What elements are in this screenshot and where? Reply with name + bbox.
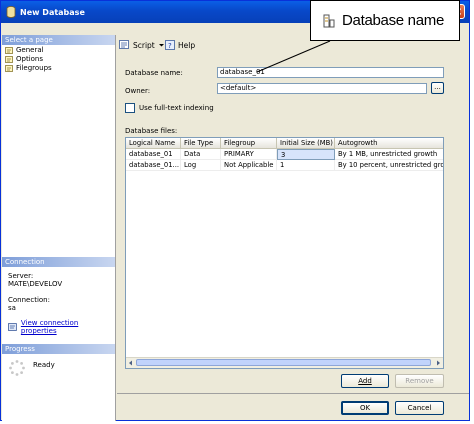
ok-button-label: OK xyxy=(359,404,371,412)
scroll-thumb[interactable] xyxy=(136,359,431,366)
connection-label: Connection: xyxy=(8,296,50,304)
remove-button[interactable]: Remove xyxy=(395,374,444,388)
svg-text:?: ? xyxy=(168,42,172,50)
connection-value: sa xyxy=(8,304,16,312)
help-button[interactable]: ? Help xyxy=(165,40,195,50)
database-name-icon xyxy=(323,14,335,28)
scroll-right-icon[interactable] xyxy=(434,359,442,367)
progress-header: Progress xyxy=(2,344,115,354)
page-label: Options xyxy=(16,55,44,63)
add-button[interactable]: Add xyxy=(341,374,389,388)
script-icon xyxy=(119,40,129,49)
help-icon: ? xyxy=(165,40,175,50)
new-database-dialog: New Database Select a page General Optio… xyxy=(0,0,470,421)
table-cell[interactable]: Not Applicable xyxy=(221,160,277,171)
column-header[interactable]: Initial Size (MB) xyxy=(277,138,335,149)
checkbox-box[interactable] xyxy=(125,103,135,113)
database-name-input[interactable]: database_01 xyxy=(217,67,444,78)
table-cell-initial-size-editing[interactable]: 3 xyxy=(277,149,335,160)
column-header[interactable]: Autogrowth xyxy=(335,138,443,149)
page-general[interactable]: General xyxy=(5,46,44,55)
page-label: General xyxy=(16,46,44,54)
window-title: New Database xyxy=(20,8,85,17)
left-pane: Select a page General Options Filegroups… xyxy=(2,35,116,421)
progress-spinner-icon xyxy=(9,360,25,376)
database-files-label: Database files: xyxy=(125,127,178,135)
add-button-label: Add xyxy=(358,377,372,385)
cancel-button[interactable]: Cancel xyxy=(395,401,444,415)
table-cell[interactable]: database_01... xyxy=(126,160,181,171)
fulltext-indexing-checkbox[interactable]: Use full-text indexing xyxy=(125,103,214,113)
page-icon xyxy=(5,65,13,72)
select-page-header: Select a page xyxy=(2,35,115,45)
table-cell[interactable]: PRIMARY xyxy=(221,149,277,160)
table-cell[interactable]: database_01 xyxy=(126,149,181,160)
database-name-label: Database name: xyxy=(125,69,183,77)
column-header[interactable]: Logical Name xyxy=(126,138,181,149)
remove-button-label: Remove xyxy=(405,377,434,385)
page-label: Filegroups xyxy=(16,64,52,72)
server-value: MATE\DEVELOV xyxy=(8,280,63,288)
owner-input[interactable]: <default> xyxy=(217,83,427,94)
owner-label: Owner: xyxy=(125,87,151,95)
server-label: Server: xyxy=(8,272,34,280)
connection-header: Connection xyxy=(2,257,115,267)
footer-divider xyxy=(117,393,469,394)
script-label: Script xyxy=(133,40,155,50)
scroll-left-icon[interactable] xyxy=(127,359,135,367)
view-connection-properties-link[interactable]: View connection properties xyxy=(8,319,115,335)
connection-properties-icon xyxy=(8,322,17,331)
table-cell[interactable]: By 10 percent, unrestricted growth xyxy=(335,160,443,171)
column-header[interactable]: File Type xyxy=(181,138,221,149)
fulltext-label: Use full-text indexing xyxy=(139,104,214,112)
page-icon xyxy=(5,47,13,54)
ok-button[interactable]: OK xyxy=(341,401,389,415)
database-icon xyxy=(6,6,16,18)
view-connection-link-text[interactable]: View connection properties xyxy=(21,319,115,335)
page-filegroups[interactable]: Filegroups xyxy=(5,64,52,73)
table-cell[interactable]: 1 xyxy=(277,160,335,171)
chevron-down-icon xyxy=(158,44,164,47)
callout-label: Database name xyxy=(342,12,445,29)
database-files-grid[interactable]: Logical Name File Type Filegroup Initial… xyxy=(125,137,444,369)
database-name-callout: Database name xyxy=(310,0,460,41)
column-header[interactable]: Filegroup xyxy=(221,138,277,149)
table-cell[interactable]: Log xyxy=(181,160,221,171)
help-label: Help xyxy=(178,40,196,50)
cancel-button-label: Cancel xyxy=(407,404,432,412)
page-icon xyxy=(5,56,13,63)
horizontal-scrollbar[interactable] xyxy=(126,357,443,368)
script-button[interactable]: Script xyxy=(119,40,165,50)
browse-owner-button[interactable]: ... xyxy=(431,82,444,94)
page-options[interactable]: Options xyxy=(5,55,43,64)
table-cell[interactable]: Data xyxy=(181,149,221,160)
table-cell[interactable]: By 1 MB, unrestricted growth xyxy=(335,149,443,160)
progress-status: Ready xyxy=(33,361,55,369)
